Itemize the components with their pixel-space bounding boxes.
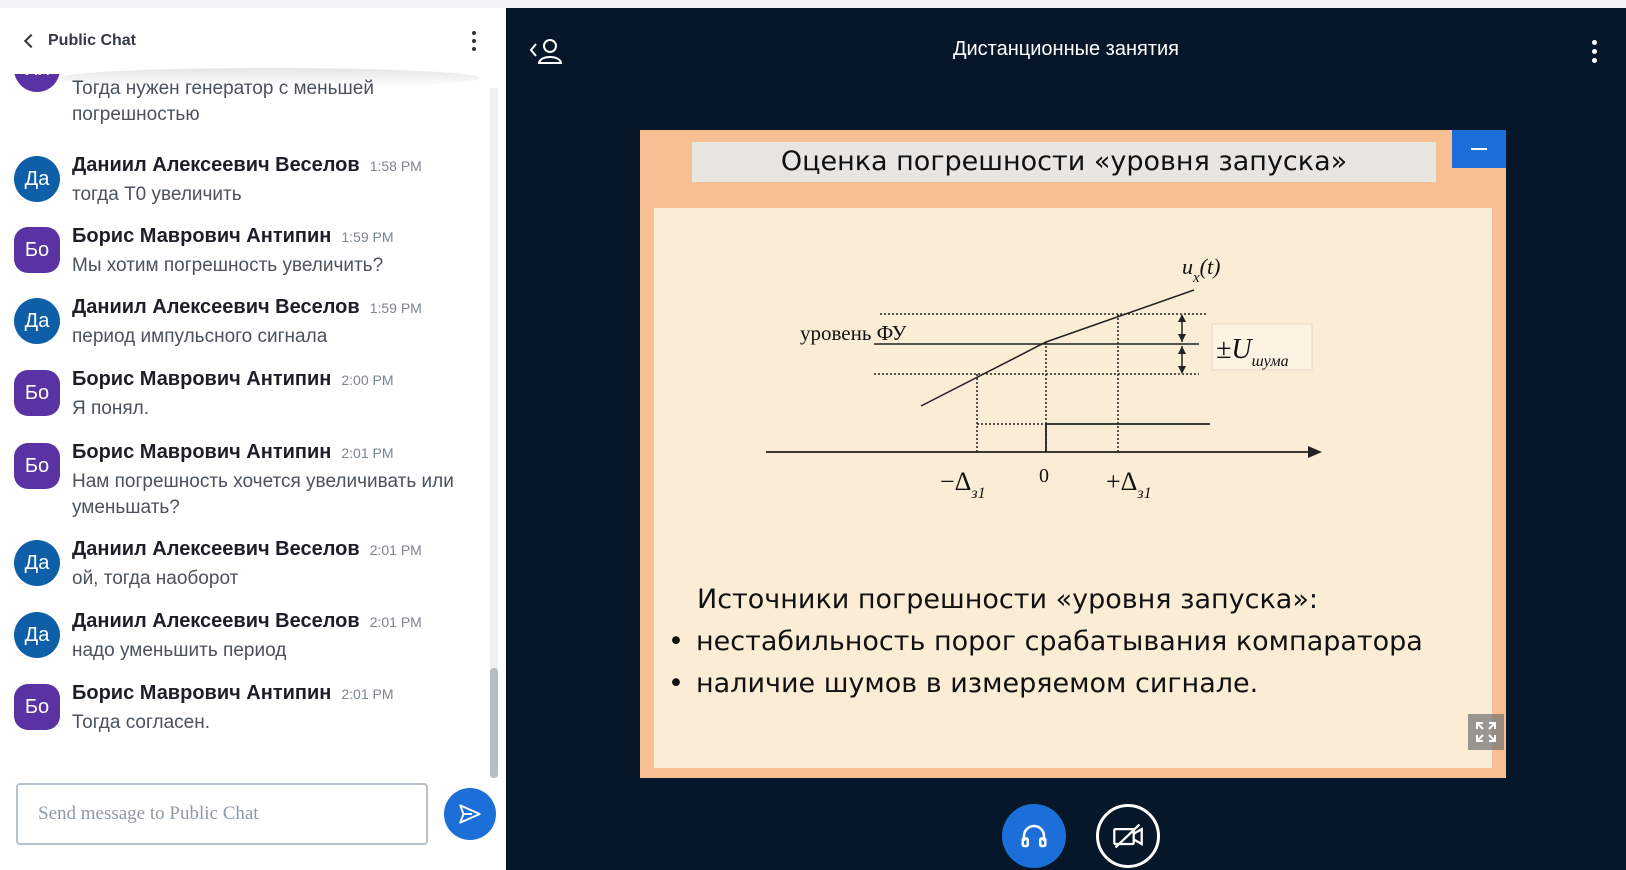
avatar: Да: [14, 298, 60, 344]
slide-title: Оценка погрешности «уровня запуска»: [780, 146, 1348, 177]
message-input[interactable]: [18, 785, 426, 843]
kebab-dot: [472, 39, 476, 43]
message-text: ой, тогда наоборот: [72, 568, 239, 589]
noise-arrow-up-head: [1178, 314, 1186, 322]
chat-header: Public Chat: [0, 8, 506, 74]
message-list: Ил Тогда нужен генератор с меньшей погре…: [0, 74, 490, 776]
minus-icon: [1471, 148, 1487, 150]
message-text: Нам погрешность хочется увеличивать или …: [72, 471, 454, 518]
chat-options-button[interactable]: [464, 24, 484, 58]
message-text: Мы хотим погрешность увеличить?: [72, 255, 384, 276]
bullet-text: наличие шумов в измеряемом сигнале.: [696, 668, 1259, 699]
sources-heading: Источники погрешности «уровня запуска»:: [697, 584, 1318, 615]
avatar: Бо: [14, 227, 60, 273]
kebab-dot: [1591, 39, 1597, 45]
message-time: 2:01 PM: [341, 445, 394, 461]
sender-name: Даниил Алексеевич Веселов 1:58 PM: [72, 154, 422, 177]
minimize-presentation-button[interactable]: [1452, 130, 1506, 168]
sender-name: Даниил Алексеевич Веселов 2:01 PM: [72, 610, 422, 633]
top-strip: [0, 0, 1626, 8]
chat-panel: Public Chat Ил Тогда нужен генератор с м…: [0, 8, 506, 870]
sender-name: Даниил Алексеевич Веселов 2:01 PM: [72, 538, 422, 561]
message-text: Тогда согласен.: [72, 712, 210, 733]
curve-label: ux(t): [1182, 254, 1220, 286]
x-axis-arrow: [1308, 446, 1322, 458]
noise-arrow-up-tail: [1178, 334, 1186, 342]
audio-button[interactable]: [1002, 804, 1066, 868]
sender-name-text: Даниил Алексеевич Веселов: [72, 538, 360, 560]
sender-name: Даниил Алексеевич Веселов 1:59 PM: [72, 296, 422, 319]
presentation-options-button[interactable]: [1584, 34, 1604, 68]
sender-name-text: Борис Маврович Антипин: [72, 682, 332, 704]
x-plus-label: +Δз1: [1106, 467, 1152, 502]
chat-title: Public Chat: [48, 32, 137, 49]
headphones-icon: [1021, 824, 1047, 848]
message-time: 2:01 PM: [341, 686, 394, 702]
sender-name-text: Борис Маврович Антипин: [72, 441, 332, 463]
sender-name: Борис Маврович Антипин 1:59 PM: [72, 225, 394, 248]
header-shadow: [60, 68, 480, 88]
message-time: 1:58 PM: [369, 158, 422, 174]
chat-scrollbar[interactable]: [490, 88, 498, 778]
trigger-level-diagram: ux(t) уровень ФУ ±Uшума −Δз1 0 +Δз1: [766, 254, 1322, 502]
avatar: Да: [14, 612, 60, 658]
avatar: Бо: [14, 443, 60, 489]
avatar: Бо: [14, 370, 60, 416]
scrollbar-thumb[interactable]: [490, 668, 498, 778]
message-time: 1:59 PM: [369, 300, 422, 316]
kebab-dot: [1591, 57, 1597, 63]
message-text: Я понял.: [72, 398, 150, 419]
message-text: надо уменьшить период: [72, 640, 287, 661]
avatar: Ил: [14, 74, 60, 92]
bullet-dot: •: [668, 626, 684, 657]
kebab-dot: [472, 31, 476, 35]
x-minus-label: −Δз1: [940, 467, 986, 502]
message-time: 2:00 PM: [341, 372, 394, 388]
fullscreen-icon: [1476, 722, 1496, 742]
sender-name: Борис Маврович Антипин 2:00 PM: [72, 368, 394, 391]
level-label: уровень ФУ: [800, 321, 907, 345]
send-button[interactable]: [444, 788, 496, 840]
video-off-icon: [1113, 823, 1143, 849]
noise-arrow-down-head: [1178, 346, 1186, 354]
signal-curve: [920, 289, 1195, 407]
slide-title-bar: Оценка погрешности «уровня запуска»: [692, 142, 1436, 182]
message-time: 2:01 PM: [369, 542, 422, 558]
message-text: период импульсного сигнала: [72, 326, 328, 347]
sender-name-text: Борис Маврович Антипин: [72, 225, 332, 247]
send-icon: [459, 804, 481, 824]
sender-name-text: Борис Маврович Антипин: [72, 368, 332, 390]
sender-name-text: Даниил Алексеевич Веселов: [72, 154, 360, 176]
bullet-text: нестабильность порог срабатывания компар…: [696, 626, 1423, 657]
noise-arrow-down-tail: [1178, 366, 1186, 374]
presentation-title: Дистанционные занятия: [952, 38, 1180, 60]
avatar: Да: [14, 540, 60, 586]
fullscreen-button[interactable]: [1468, 714, 1504, 750]
back-button[interactable]: Public Chat: [18, 28, 136, 54]
x-zero-label: 0: [1039, 465, 1049, 487]
sender-name-text: Даниил Алексеевич Веселов: [72, 296, 360, 318]
bullet-item: • нестабильность порог срабатывания компа…: [668, 626, 1423, 657]
sender-name-text: Даниил Алексеевич Веселов: [72, 610, 360, 632]
video-button[interactable]: [1096, 804, 1160, 868]
message-text: тогда Т0 увеличить: [72, 184, 242, 205]
kebab-dot: [472, 47, 476, 51]
kebab-dot: [1591, 48, 1597, 54]
slide: Оценка погрешности «уровня запуска» ux(t…: [640, 130, 1506, 778]
sender-name: Борис Маврович Антипин 2:01 PM: [72, 441, 394, 464]
slide-content: ux(t) уровень ФУ ±Uшума −Δз1 0 +Δз1 Исто…: [654, 208, 1492, 768]
message-input-wrapper: [16, 783, 428, 845]
message-time: 1:59 PM: [341, 229, 394, 245]
sender-name: Борис Маврович Антипин 2:01 PM: [72, 682, 394, 705]
bullet-dot: •: [668, 668, 684, 699]
presentation-stage: Дистанционные занятия Оценка погрешности…: [506, 8, 1626, 870]
bullet-item: • наличие шумов в измеряемом сигнале.: [668, 668, 1258, 699]
step-output: [1045, 423, 1210, 452]
avatar: Да: [14, 156, 60, 202]
chevron-left-icon: [23, 33, 39, 49]
message-time: 2:01 PM: [369, 614, 422, 630]
avatar: Бо: [14, 684, 60, 730]
